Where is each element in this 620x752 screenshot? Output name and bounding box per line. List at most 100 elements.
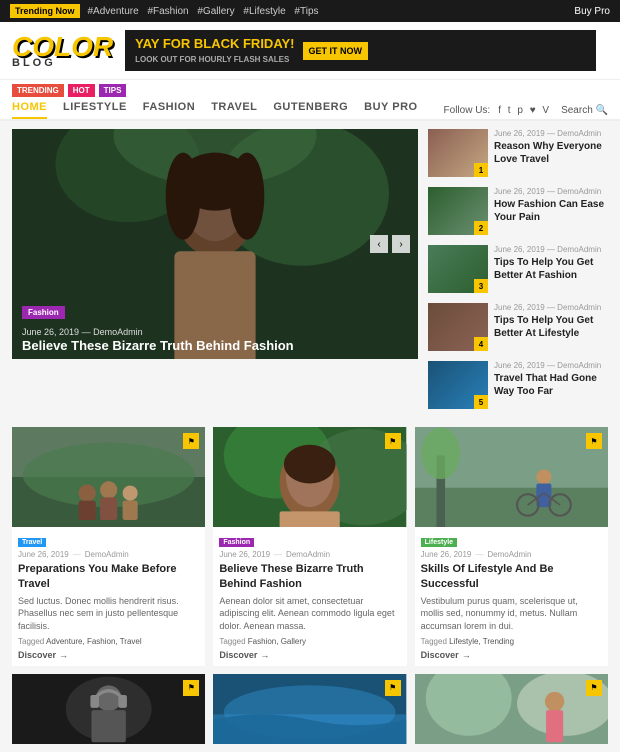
- nav-area: TRENDING HOT TIPS HOME LIFESTYLE FASHION…: [0, 80, 620, 121]
- card-title-3[interactable]: Skills Of Lifestyle And Be Successful: [421, 562, 602, 591]
- card-img-1: ⚑: [12, 427, 205, 527]
- nav-lifestyle[interactable]: LIFESTYLE: [63, 101, 127, 119]
- sidebar-thumb-4: 4: [428, 303, 488, 351]
- header-banner: YAY FOR BLACK FRIDAY! LOOK OUT FOR HOURL…: [125, 30, 596, 71]
- twitter-icon[interactable]: t: [508, 105, 511, 116]
- bottom-illustration-1: [12, 674, 205, 744]
- sidebar-title-5[interactable]: Travel That Had Gone Way Too Far: [494, 372, 608, 398]
- card-bookmark-1[interactable]: ⚑: [183, 433, 199, 449]
- sidebar-item-3: 3 June 26, 2019 — DemoAdmin Tips To Help…: [428, 245, 608, 293]
- sidebar-title-3[interactable]: Tips To Help You Get Better At Fashion: [494, 256, 608, 282]
- top-bar: Trending Now #Adventure #Fashion #Galler…: [0, 0, 620, 22]
- nav-travel[interactable]: TRAVEL: [211, 101, 257, 119]
- bottom-thumb-2[interactable]: ⚑: [213, 674, 406, 744]
- nav-home[interactable]: HOME: [12, 101, 47, 119]
- badge-trending: TRENDING: [12, 84, 64, 97]
- instagram-icon[interactable]: ♥: [530, 105, 536, 116]
- sidebar-thumb-3: 3: [428, 245, 488, 293]
- card-author-2: DemoAdmin: [286, 550, 330, 559]
- card-img-2: ⚑: [213, 427, 406, 527]
- sidebar-date-5: June 26, 2019 — DemoAdmin: [494, 361, 608, 370]
- hero-date: June 26, 2019: [22, 327, 79, 337]
- card-illustration-1: [12, 427, 205, 527]
- vimeo-icon[interactable]: V: [542, 105, 549, 116]
- card-category-1[interactable]: Travel: [18, 538, 46, 547]
- hero-nav: ‹ ›: [370, 235, 410, 253]
- nav-gutenberg[interactable]: GUTENBERG: [273, 101, 348, 119]
- sidebar-title-1[interactable]: Reason Why Everyone Love Travel: [494, 140, 608, 166]
- sidebar-title-2[interactable]: How Fashion Can Ease Your Pain: [494, 198, 608, 224]
- card-category-3[interactable]: Lifestyle: [421, 538, 457, 547]
- nav-right: Follow Us: f t p ♥ V Search 🔍: [444, 105, 608, 116]
- get-it-now-button[interactable]: GET IT NOW: [303, 42, 369, 60]
- sidebar-thumb-2: 2: [428, 187, 488, 235]
- sidebar-info-1: June 26, 2019 — DemoAdmin Reason Why Eve…: [494, 129, 608, 166]
- hero-overlay: [12, 129, 418, 359]
- bottom-thumb-1[interactable]: ⚑: [12, 674, 205, 744]
- badge-hot: HOT: [68, 84, 95, 97]
- bottom-bookmark-1[interactable]: ⚑: [183, 680, 199, 696]
- card-date-2: June 26, 2019: [219, 550, 270, 559]
- logo[interactable]: COLOR BLOG: [12, 33, 113, 69]
- hero-next-button[interactable]: ›: [392, 235, 410, 253]
- card-title-2[interactable]: Believe These Bizarre Truth Behind Fashi…: [219, 562, 400, 591]
- sidebar-date-3: June 26, 2019 — DemoAdmin: [494, 245, 608, 254]
- card-tags-2: Tagged Fashion, Gallery: [219, 637, 400, 646]
- sidebar: 1 June 26, 2019 — DemoAdmin Reason Why E…: [428, 129, 608, 419]
- bottom-bookmark-2[interactable]: ⚑: [385, 680, 401, 696]
- sidebar-item-1: 1 June 26, 2019 — DemoAdmin Reason Why E…: [428, 129, 608, 177]
- card-author-3: DemoAdmin: [487, 550, 531, 559]
- sidebar-num-3: 3: [474, 279, 488, 293]
- facebook-icon[interactable]: f: [498, 105, 501, 116]
- card-3: ⚑ Lifestyle June 26, 2019 — DemoAdmin Sk…: [415, 427, 608, 665]
- card-discover-3[interactable]: Discover: [421, 650, 602, 660]
- hero-image: ‹ › Fashion June 26, 2019 — DemoAdmin Be…: [12, 129, 418, 359]
- nav-badges: TRENDING HOT TIPS: [12, 84, 608, 97]
- link-adventure[interactable]: #Adventure: [88, 6, 139, 17]
- buy-pro-top[interactable]: Buy Pro: [574, 6, 610, 17]
- sidebar-title-4[interactable]: Tips To Help You Get Better At Lifestyle: [494, 314, 608, 340]
- bottom-thumb-3[interactable]: ⚑: [415, 674, 608, 744]
- card-body-3: Lifestyle June 26, 2019 — DemoAdmin Skil…: [415, 527, 608, 665]
- card-category-2[interactable]: Fashion: [219, 538, 254, 547]
- card-grid: ⚑ Travel June 26, 2019 — DemoAdmin Prepa…: [12, 427, 608, 665]
- card-meta-1: June 26, 2019 — DemoAdmin: [18, 550, 199, 559]
- bottom-illustration-3: [415, 674, 608, 744]
- link-gallery[interactable]: #Gallery: [197, 6, 234, 17]
- social-icons: f t p ♥ V: [498, 105, 553, 116]
- card-img-3: ⚑: [415, 427, 608, 527]
- card-discover-1[interactable]: Discover: [18, 650, 199, 660]
- card-meta-3: June 26, 2019 — DemoAdmin: [421, 550, 602, 559]
- card-bookmark-3[interactable]: ⚑: [586, 433, 602, 449]
- card-tags-3: Tagged Lifestyle, Trending: [421, 637, 602, 646]
- sidebar-thumb-5: 5: [428, 361, 488, 409]
- hero-category-badge[interactable]: Fashion: [22, 306, 65, 319]
- hero-prev-button[interactable]: ‹: [370, 235, 388, 253]
- sidebar-date-1: June 26, 2019 — DemoAdmin: [494, 129, 608, 138]
- top-bar-links: #Adventure #Fashion #Gallery #Lifestyle …: [88, 6, 325, 17]
- link-fashion[interactable]: #Fashion: [147, 6, 188, 17]
- card-discover-2[interactable]: Discover: [219, 650, 400, 660]
- sidebar-info-3: June 26, 2019 — DemoAdmin Tips To Help Y…: [494, 245, 608, 282]
- bottom-illustration-2: [213, 674, 406, 744]
- card-excerpt-1: Sed luctus. Donec mollis hendrerit risus…: [18, 595, 199, 633]
- link-lifestyle[interactable]: #Lifestyle: [243, 6, 285, 17]
- nav-fashion[interactable]: FASHION: [143, 101, 195, 119]
- banner-title: YAY FOR BLACK FRIDAY!: [135, 36, 294, 53]
- sidebar-num-1: 1: [474, 163, 488, 177]
- search-button[interactable]: Search 🔍: [561, 105, 608, 116]
- pinterest-icon[interactable]: p: [517, 105, 523, 116]
- bottom-bookmark-3[interactable]: ⚑: [586, 680, 602, 696]
- hero-author: DemoAdmin: [93, 327, 143, 337]
- nav-buy-pro[interactable]: BUY PRO: [364, 101, 417, 119]
- sidebar-info-2: June 26, 2019 — DemoAdmin How Fashion Ca…: [494, 187, 608, 224]
- card-1: ⚑ Travel June 26, 2019 — DemoAdmin Prepa…: [12, 427, 205, 665]
- link-tips[interactable]: #Tips: [294, 6, 318, 17]
- hero-title[interactable]: Believe These Bizarre Truth Behind Fashi…: [22, 338, 408, 354]
- card-body-1: Travel June 26, 2019 — DemoAdmin Prepara…: [12, 527, 205, 665]
- banner-sub: LOOK OUT FOR HOURLY FLASH SALES: [135, 55, 294, 65]
- content-layout: ‹ › Fashion June 26, 2019 — DemoAdmin Be…: [12, 129, 608, 419]
- main-content: ‹ › Fashion June 26, 2019 — DemoAdmin Be…: [0, 121, 620, 751]
- card-title-1[interactable]: Preparations You Make Before Travel: [18, 562, 199, 591]
- card-bookmark-2[interactable]: ⚑: [385, 433, 401, 449]
